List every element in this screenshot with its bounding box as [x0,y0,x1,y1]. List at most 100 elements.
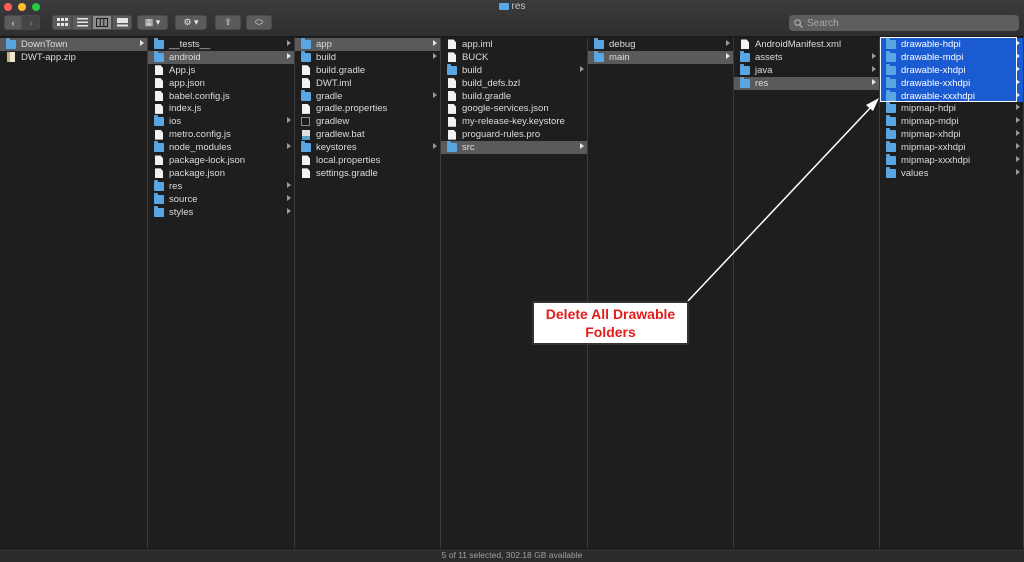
list-item[interactable]: app [295,37,440,51]
list-item[interactable]: app.json [148,77,294,90]
item-label: drawable-hdpi [901,38,961,50]
list-item[interactable]: DWT-app.zip [0,51,147,64]
document-icon [155,78,163,89]
action-menu-button[interactable]: ⚙ ▾ [175,15,207,30]
document-icon [155,129,163,140]
list-item[interactable]: drawable-xxhdpi [880,76,1023,90]
list-item[interactable]: android [148,50,294,64]
list-item[interactable]: drawable-hdpi [880,37,1023,51]
disclosure-arrow-icon [872,52,876,59]
list-item[interactable]: values [880,166,1023,180]
item-label: build_defs.bzl [462,77,521,89]
list-item[interactable]: my-release-key.keystore [441,115,587,128]
list-item[interactable]: drawable-xhdpi [880,63,1023,77]
document-icon [448,103,456,114]
list-item[interactable]: build [295,50,440,64]
list-item[interactable]: build_defs.bzl [441,77,587,90]
folder-icon [498,3,509,10]
list-view-button[interactable] [72,15,92,30]
item-label: build.gradle [462,90,512,102]
back-button[interactable]: ‹ [4,15,22,30]
list-item[interactable]: index.js [148,102,294,115]
list-item[interactable]: gradlew.bat [295,128,440,141]
list-item[interactable]: gradle [295,89,440,103]
folder-icon [301,37,311,49]
window-title: res [0,1,1024,12]
disclosure-arrow-icon [1016,65,1020,72]
document-icon [155,91,163,101]
list-item[interactable]: mipmap-xxhdpi [880,141,1023,154]
list-item[interactable]: app.iml [441,38,587,51]
list-item[interactable]: res [148,179,294,193]
list-item[interactable]: mipmap-mdpi [880,115,1023,128]
document-icon [448,78,456,89]
list-item[interactable]: babel.config.js [148,90,294,103]
disclosure-arrow-icon [580,65,584,72]
group-by-button[interactable]: ▦ ▾ [137,15,168,30]
item-label: app [316,38,332,50]
list-item[interactable]: java [734,63,879,77]
list-item[interactable]: ios [148,115,294,128]
folder-icon [447,141,457,153]
list-item[interactable]: build [441,63,587,77]
column-view-button[interactable] [92,15,112,30]
list-item[interactable]: AndroidManifest.xml [734,38,879,51]
gallery-view-button[interactable] [112,15,132,30]
list-item[interactable]: mipmap-hdpi [880,102,1023,115]
list-item[interactable]: keystores [295,141,440,154]
list-item[interactable]: build.gradle [295,64,440,77]
list-item[interactable]: google-services.json [441,102,587,115]
list-item[interactable]: package-lock.json [148,154,294,167]
document-icon [448,52,456,63]
disclosure-arrow-icon [1016,78,1020,85]
list-item[interactable]: build.gradle [441,90,587,103]
document-icon [155,155,163,166]
terminal-icon [301,117,310,127]
list-item[interactable]: metro.config.js [148,128,294,141]
share-button[interactable]: ⇪ [215,15,241,30]
disclosure-arrow-icon [140,40,144,46]
list-item[interactable]: drawable-xxxhdpi [880,89,1023,103]
folder-icon [154,141,164,153]
list-item[interactable]: assets [734,50,879,64]
list-item[interactable]: gradlew [295,115,440,128]
list-item[interactable]: proguard-rules.pro [441,128,587,141]
folder-icon [154,192,164,204]
list-item[interactable]: BUCK [441,51,587,64]
list-item[interactable]: local.properties [295,154,440,167]
browser-column: drawable-hdpi drawable-mdpi drawable-xhdpi… [880,37,1024,548]
item-label: AndroidManifest.xml [755,38,842,50]
list-item[interactable]: gradle.properties [295,102,440,115]
disclosure-arrow-icon [287,181,291,188]
list-item[interactable]: __tests__ [148,37,294,51]
list-item[interactable]: DownTown [0,37,147,51]
folder-icon [301,89,311,101]
search-field[interactable] [789,15,1019,31]
tag-button[interactable]: ⬭ [246,15,272,30]
document-icon [155,65,163,76]
document-icon [448,116,456,127]
annotation-line-1: Delete All Drawable [545,306,676,322]
list-item[interactable]: styles [148,205,294,219]
list-item[interactable]: mipmap-xxxhdpi [880,153,1023,167]
list-item[interactable]: res [734,76,879,90]
list-item[interactable]: drawable-mdpi [880,50,1023,64]
list-item[interactable]: debug [588,37,733,51]
list-item[interactable]: node_modules [148,141,294,154]
icon-view-button[interactable] [52,15,72,30]
disclosure-arrow-icon [726,40,730,46]
list-item[interactable]: App.js [148,64,294,77]
list-item[interactable]: DWT.iml [295,77,440,90]
item-label: metro.config.js [169,129,231,141]
list-item[interactable]: settings.gradle [295,167,440,180]
search-input[interactable] [807,17,1007,29]
list-item[interactable]: package.json [148,167,294,180]
list-item[interactable]: src [441,141,587,155]
list-item[interactable]: main [588,50,733,64]
item-label: mipmap-hdpi [901,103,956,115]
window-title-text: res [511,1,526,12]
forward-button[interactable]: › [22,15,40,30]
group-icon: ▦ ▾ [144,17,161,27]
list-item[interactable]: source [148,192,294,206]
list-item[interactable]: mipmap-xhdpi [880,128,1023,141]
